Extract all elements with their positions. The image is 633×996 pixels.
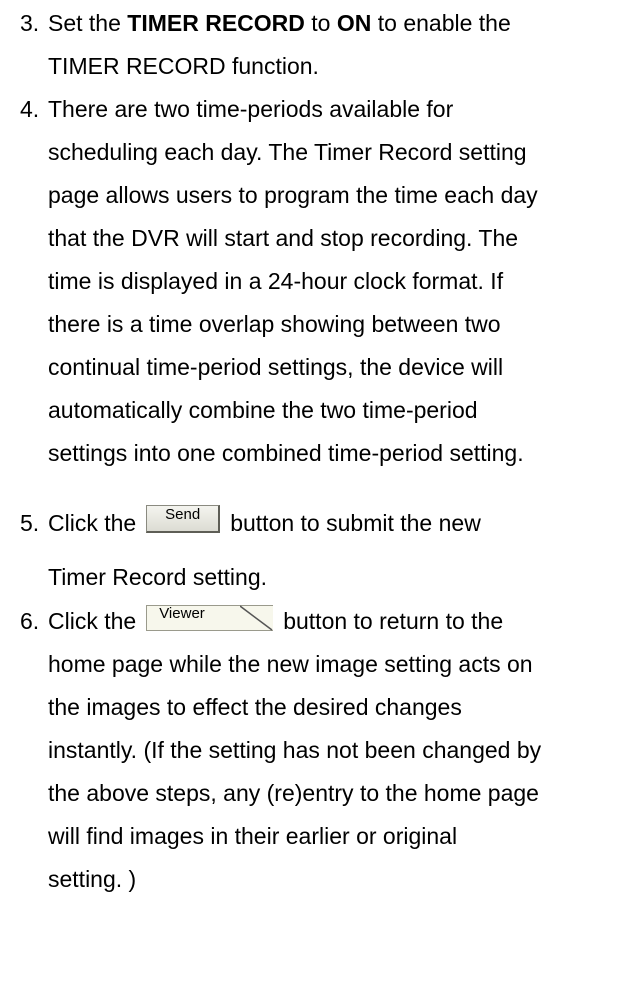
- step-line: that the DVR will start and stop recordi…: [48, 225, 519, 251]
- step-line: page allows users to program the time ea…: [48, 182, 538, 208]
- step-line: Click the Viewer button to return to the: [48, 604, 504, 634]
- send-button[interactable]: Send: [146, 504, 221, 533]
- step-line: automatically combine the two time-perio…: [48, 397, 478, 423]
- step-line: setting. ): [48, 866, 137, 892]
- step-line: time is displayed in a 24-hour clock for…: [48, 268, 504, 294]
- step-line: There are two time-periods available for: [48, 96, 454, 122]
- step-number: 3.: [20, 10, 40, 36]
- step-line: settings into one combined time-period s…: [48, 440, 524, 466]
- step-line: Set the TIMER RECORD to ON to enable the: [48, 10, 511, 36]
- bold-term: TIMER RECORD: [127, 10, 305, 36]
- step-line: home page while the new image setting ac…: [48, 651, 533, 677]
- step-line: continual time-period settings, the devi…: [48, 354, 504, 380]
- step-number: 6.: [20, 608, 40, 634]
- step-line: instantly. (If the setting has not been …: [48, 737, 542, 763]
- step-line: TIMER RECORD function.: [48, 53, 319, 79]
- viewer-button[interactable]: Viewer: [146, 604, 274, 631]
- bold-term: ON: [336, 10, 372, 36]
- tab-corner-icon: [240, 605, 273, 631]
- step-line: Click the Send button to submit the new: [48, 504, 481, 536]
- step-number: 5.: [20, 510, 40, 536]
- step-line: there is a time overlap showing between …: [48, 311, 501, 337]
- step-number: 4.: [20, 96, 40, 122]
- step-line: will find images in their earlier or ori…: [48, 823, 458, 849]
- viewer-button-label: Viewer: [159, 604, 205, 622]
- step-line: the above steps, any (re)entry to the ho…: [48, 780, 539, 806]
- step-line: the images to effect the desired changes: [48, 694, 462, 720]
- step-line: Timer Record setting.: [48, 564, 267, 590]
- step-line: scheduling each day. The Timer Record se…: [48, 139, 527, 165]
